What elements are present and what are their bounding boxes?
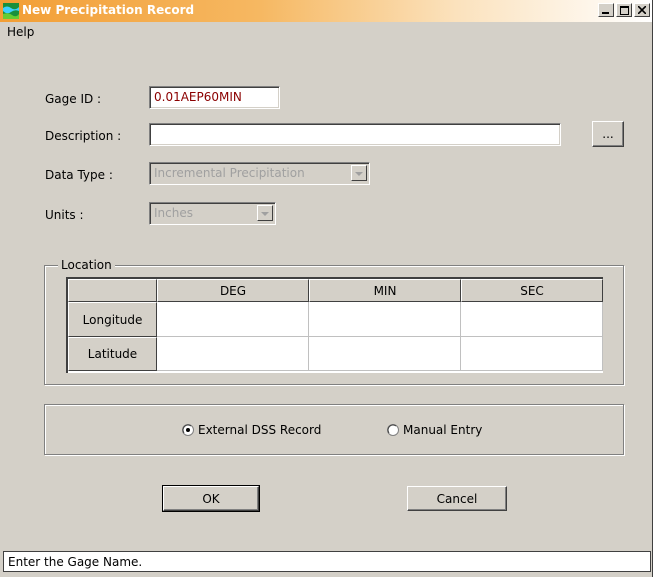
window-controls (598, 3, 650, 17)
radio-external-dss-label: External DSS Record (198, 423, 322, 437)
latitude-deg-cell[interactable] (157, 337, 309, 371)
radio-manual-entry-label: Manual Entry (403, 423, 483, 437)
column-header-sec-label: SEC (520, 283, 544, 298)
radio-unselected-icon (387, 424, 399, 436)
data-type-select[interactable]: Incremental Precipitation (149, 162, 370, 185)
menu-bar: Help (0, 22, 652, 42)
radio-external-dss[interactable]: External DSS Record (182, 423, 321, 437)
location-grid: DEG MIN SEC Longitude Latitude (66, 277, 603, 373)
grid-corner-header (68, 279, 157, 302)
latitude-min-cell[interactable] (309, 337, 461, 371)
menu-help[interactable]: Help (7, 25, 34, 39)
description-input[interactable] (149, 123, 561, 146)
row-header-longitude[interactable]: Longitude (68, 302, 157, 337)
units-value: Inches (154, 206, 193, 220)
row-header-longitude-label: Longitude (82, 312, 143, 327)
column-header-sec[interactable]: SEC (461, 279, 603, 302)
status-text: Enter the Gage Name. (8, 555, 143, 569)
close-button[interactable] (634, 3, 650, 17)
longitude-deg-cell[interactable] (157, 302, 309, 337)
description-label: Description : (45, 129, 122, 143)
row-header-latitude[interactable]: Latitude (68, 337, 157, 371)
units-select[interactable]: Inches (149, 202, 276, 225)
chevron-down-icon (355, 166, 363, 180)
close-icon (638, 6, 646, 14)
longitude-sec-cell[interactable] (461, 302, 603, 337)
status-bar: Enter the Gage Name. (3, 551, 651, 572)
gage-id-value: 0.01AEP60MIN (154, 90, 242, 104)
chevron-down-icon (261, 206, 269, 220)
column-header-deg-label: DEG (219, 283, 247, 298)
data-type-dropdown-button[interactable] (351, 165, 367, 181)
data-type-value: Incremental Precipitation (154, 166, 305, 180)
ok-button-label: OK (202, 491, 220, 506)
cancel-button[interactable]: Cancel (407, 486, 507, 511)
map-icon (3, 3, 19, 19)
units-dropdown-button[interactable] (257, 205, 273, 221)
longitude-min-cell[interactable] (309, 302, 461, 337)
source-group (44, 404, 624, 455)
maximize-icon (619, 5, 629, 15)
data-type-label: Data Type : (45, 168, 113, 182)
column-header-min-label: MIN (373, 283, 397, 298)
dialog-window: New Precipitation Record Help Gage ID: … (0, 0, 653, 577)
gage-id-label: Gage ID : (45, 92, 102, 106)
maximize-button[interactable] (616, 3, 632, 17)
radio-selected-icon (182, 424, 194, 436)
row-header-latitude-label: Latitude (87, 347, 138, 361)
window-title: New Precipitation Record (22, 3, 195, 17)
column-header-deg[interactable]: DEG (157, 279, 309, 302)
gage-id-input[interactable]: 0.01AEP60MIN (149, 86, 280, 109)
cancel-button-label: Cancel (436, 491, 478, 506)
location-group-title: Location (58, 258, 115, 272)
minimize-icon (602, 6, 610, 14)
latitude-sec-cell[interactable] (461, 337, 603, 371)
title-bar[interactable]: New Precipitation Record (0, 0, 652, 22)
column-header-min[interactable]: MIN (309, 279, 461, 302)
browse-button-label: ... (602, 127, 614, 141)
radio-manual-entry[interactable]: Manual Entry (387, 423, 482, 437)
units-label: Units : (45, 208, 84, 222)
minimize-button[interactable] (598, 3, 614, 17)
ok-button[interactable]: OK (162, 485, 260, 512)
browse-button[interactable]: ... (592, 121, 624, 147)
